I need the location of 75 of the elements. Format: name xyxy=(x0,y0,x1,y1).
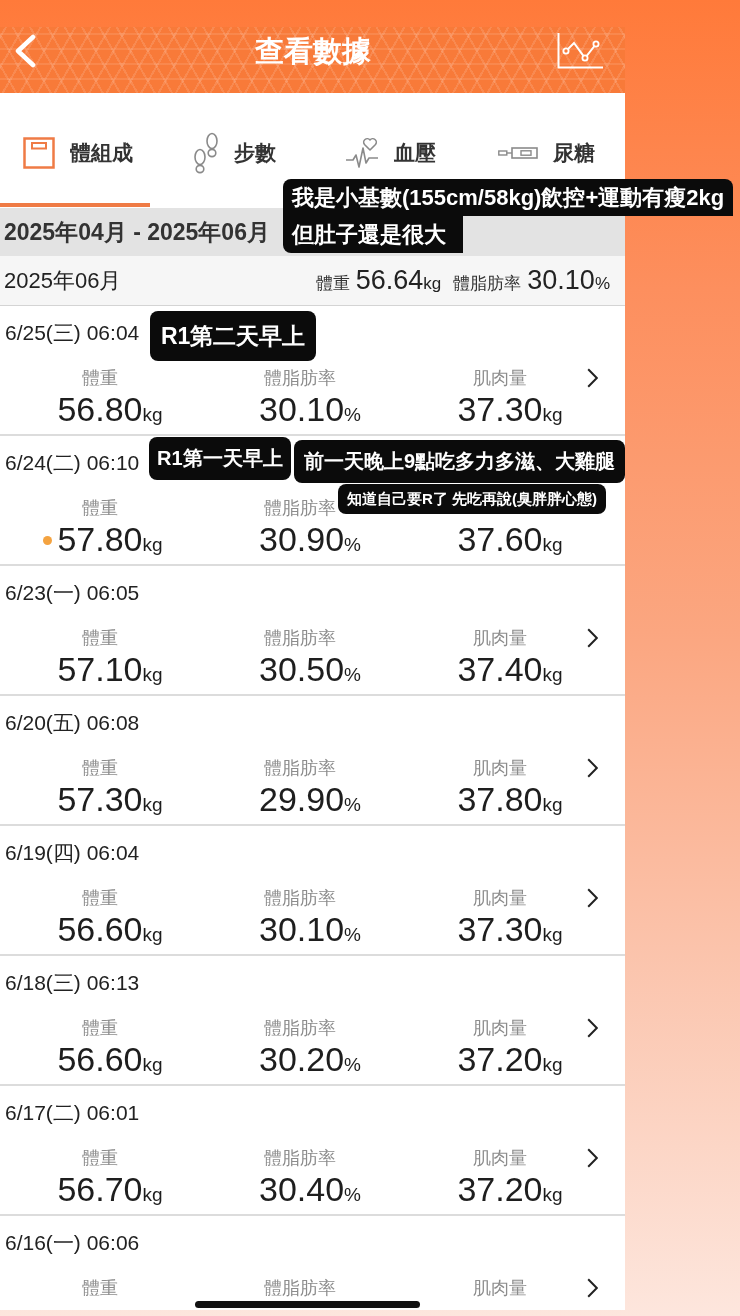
record-datetime: 6/25(三) 06:04 xyxy=(5,320,140,346)
metric-label: 體重 xyxy=(82,1147,118,1170)
metric-label: 體脂肪率 xyxy=(264,367,336,390)
metric-value: 37.30kg xyxy=(457,910,563,950)
metric-label: 體脂肪率 xyxy=(264,1147,336,1170)
caption-sticker: 前一天晚上9點吃多力多滋、大雞腿 xyxy=(294,440,626,483)
metric-label: 體重 xyxy=(82,497,118,520)
metric-value: 30.40% xyxy=(259,1170,361,1210)
chevron-left-icon xyxy=(14,34,36,68)
metric-label: 體重 xyxy=(82,367,118,390)
metric-label: 肌肉量 xyxy=(473,627,527,650)
metric-value: 30.10% xyxy=(259,390,361,430)
record-datetime: 6/23(一) 06:05 xyxy=(5,580,140,606)
metric-value: 57.30kg xyxy=(57,780,163,820)
metric-value: 56.60kg xyxy=(57,910,163,950)
metric-label: 體脂肪率 xyxy=(264,887,336,910)
page-title: 查看數據 xyxy=(254,34,371,69)
footprints-icon xyxy=(192,132,219,174)
tab[interactable]: 步數 xyxy=(190,129,278,177)
metric-label: 體重 xyxy=(82,757,118,780)
metric-label: 肌肉量 xyxy=(473,1147,527,1170)
metric-label: 肌肉量 xyxy=(473,367,527,390)
metric-value: 56.80kg xyxy=(57,390,163,430)
metric-label: 體重 xyxy=(82,1277,118,1300)
record-datetime: 6/18(三) 06:13 xyxy=(5,970,140,996)
metric-value: 30.20% xyxy=(259,1040,361,1080)
record-datetime: 6/17(二) 06:01 xyxy=(5,1100,140,1126)
summary-label: 體脂肪率 xyxy=(453,273,522,295)
tab[interactable]: 體組成 xyxy=(21,129,136,177)
line-chart-icon xyxy=(557,33,603,69)
metric-value: 30.50% xyxy=(259,650,361,690)
metric-value: 37.20kg xyxy=(457,1040,563,1080)
metric-value: 56.60kg xyxy=(57,1040,163,1080)
metric-label: 肌肉量 xyxy=(473,887,527,910)
metric-label: 肌肉量 xyxy=(473,757,527,780)
metric-value: 57.80kg xyxy=(57,520,163,560)
caption-sticker: 知道自己要R了 先吃再說(臭胖胖心態) xyxy=(338,484,606,514)
metric-value: 37.30kg xyxy=(457,390,563,430)
scale-icon xyxy=(23,137,56,169)
record-datetime: 6/16(一) 06:06 xyxy=(5,1230,140,1256)
metric-label: 體重 xyxy=(82,887,118,910)
metric-label: 體重 xyxy=(82,627,118,650)
metric-label: 體脂肪率 xyxy=(264,757,336,780)
metric-label: 體脂肪率 xyxy=(264,1277,336,1300)
summary-label: 體重 xyxy=(315,273,350,295)
tab[interactable]: 血壓 xyxy=(343,129,439,177)
metric-label: 體脂肪率 xyxy=(264,627,336,650)
metric-label: 肌肉量 xyxy=(473,1017,527,1040)
metric-value: 37.20kg xyxy=(457,1170,563,1210)
record-datetime: 6/24(二) 06:10 xyxy=(5,450,140,476)
metric-value: 56.70kg xyxy=(57,1170,163,1210)
summary-month: 2025年06月 xyxy=(4,266,122,295)
metric-value: 37.80kg xyxy=(457,780,563,820)
metric-value: 37.60kg xyxy=(457,520,563,560)
back-button[interactable] xyxy=(14,34,36,68)
metric-label: 體重 xyxy=(82,1017,118,1040)
test-strip-icon xyxy=(498,147,539,159)
metric-value: 57.10kg xyxy=(57,650,163,690)
chart-button[interactable] xyxy=(557,33,603,69)
metric-value: 30.90% xyxy=(259,520,361,560)
summary-value: 30.10% xyxy=(527,265,610,296)
record-datetime: 6/20(五) 06:08 xyxy=(5,710,140,736)
metric-value: 29.90% xyxy=(259,780,361,820)
date-range: 2025年04月 - 2025年06月 xyxy=(4,217,270,247)
tab[interactable]: 尿糖 xyxy=(496,129,598,177)
metric-value: 37.40kg xyxy=(457,650,563,690)
metric-value: 30.10% xyxy=(259,910,361,950)
record-datetime: 6/19(四) 06:04 xyxy=(5,840,140,866)
caption-sticker: R1第二天早上 xyxy=(150,311,317,361)
metric-label: 肌肉量 xyxy=(473,1277,527,1300)
caption-sticker: R1第一天早上 xyxy=(149,437,291,480)
heart-pulse-icon xyxy=(345,136,380,170)
metric-label: 體脂肪率 xyxy=(264,497,336,520)
summary-value: 56.64kg xyxy=(355,265,442,296)
metric-label: 體脂肪率 xyxy=(264,1017,336,1040)
